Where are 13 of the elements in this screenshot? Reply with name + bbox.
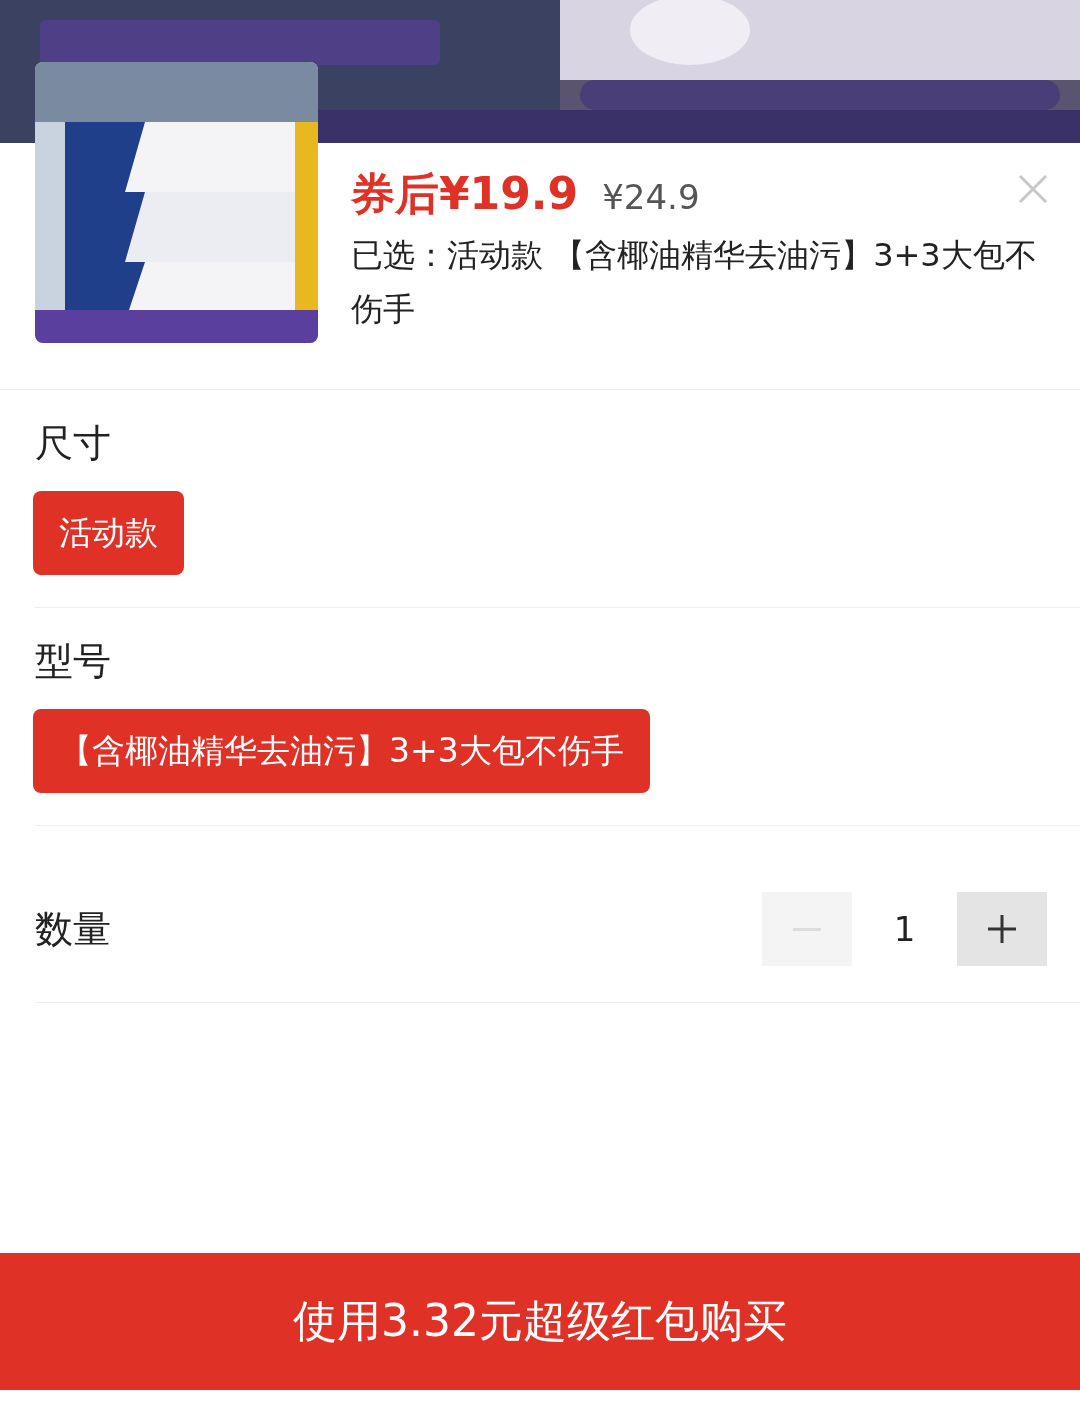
option-group-title: 型号	[34, 638, 112, 685]
increment-button[interactable]	[957, 892, 1047, 966]
selected-variant-text: 已选：活动款 【含椰油精华去油污】3+3大包不伤手	[351, 235, 1038, 330]
option-group-title: 尺寸	[34, 420, 112, 467]
coupon-price: 券后¥19.9	[351, 167, 579, 221]
option-chip[interactable]: 【含椰油精华去油污】3+3大包不伤手	[33, 709, 650, 793]
buy-button[interactable]: 使用3.32元超级红包购买	[0, 1253, 1080, 1390]
quantity-value: 1	[892, 909, 917, 949]
plus-icon	[987, 914, 1017, 944]
close-icon[interactable]	[1018, 174, 1048, 204]
original-price: ¥24.9	[602, 177, 700, 217]
option-chip[interactable]: 活动款	[33, 491, 184, 575]
quantity-label: 数量	[35, 905, 111, 953]
